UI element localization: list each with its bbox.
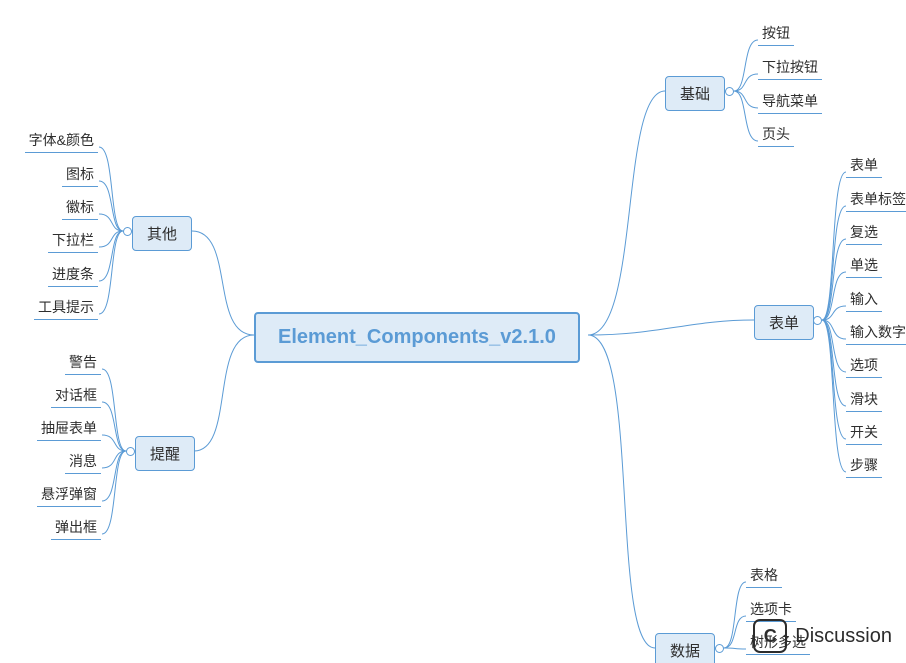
- branch-form[interactable]: 表单: [754, 305, 814, 340]
- leaf-other-4[interactable]: 进度条: [48, 264, 98, 287]
- leaf-data-0[interactable]: 表格: [746, 565, 782, 588]
- leaf-other-2[interactable]: 徽标: [62, 197, 98, 220]
- discussion-badge-letter: C: [764, 626, 777, 647]
- leaf-alert-0[interactable]: 警告: [65, 352, 101, 375]
- branch-basic-label: 基础: [680, 86, 710, 103]
- joint-form: [813, 316, 822, 325]
- joint-basic: [725, 87, 734, 96]
- leaf-basic-1[interactable]: 下拉按钮: [758, 57, 822, 80]
- leaf-alert-4[interactable]: 悬浮弹窗: [37, 484, 101, 507]
- leaf-form-7[interactable]: 滑块: [846, 389, 882, 412]
- root-label: Element_Components_v2.1.0: [278, 326, 556, 348]
- discussion-label: Discussion: [795, 625, 892, 648]
- leaf-form-5[interactable]: 输入数字: [846, 322, 906, 345]
- joint-other: [123, 227, 132, 236]
- branch-other-label: 其他: [147, 226, 177, 243]
- leaf-form-0[interactable]: 表单: [846, 155, 882, 178]
- leaf-alert-5[interactable]: 弹出框: [51, 517, 101, 540]
- discussion-button[interactable]: C Discussion: [753, 619, 892, 653]
- leaf-basic-0[interactable]: 按钮: [758, 23, 794, 46]
- leaf-other-5[interactable]: 工具提示: [34, 297, 98, 320]
- discussion-badge: C: [753, 619, 787, 653]
- mindmap-canvas: Element_Components_v2.1.0 基础 按钮 下拉按钮 导航菜…: [0, 0, 906, 663]
- leaf-alert-3[interactable]: 消息: [65, 451, 101, 474]
- joint-alert: [126, 447, 135, 456]
- branch-data-label: 数据: [670, 643, 700, 660]
- leaf-other-0[interactable]: 字体&颜色: [25, 130, 98, 153]
- leaf-basic-3[interactable]: 页头: [758, 124, 794, 147]
- leaf-form-9[interactable]: 步骤: [846, 455, 882, 478]
- leaf-alert-2[interactable]: 抽屉表单: [37, 418, 101, 441]
- leaf-form-1[interactable]: 表单标签: [846, 189, 906, 212]
- leaf-other-1[interactable]: 图标: [62, 164, 98, 187]
- branch-alert[interactable]: 提醒: [135, 436, 195, 471]
- branch-alert-label: 提醒: [150, 446, 180, 463]
- branch-other[interactable]: 其他: [132, 216, 192, 251]
- branch-data[interactable]: 数据: [655, 633, 715, 663]
- leaf-other-3[interactable]: 下拉栏: [48, 230, 98, 253]
- leaf-basic-2[interactable]: 导航菜单: [758, 91, 822, 114]
- leaf-form-2[interactable]: 复选: [846, 222, 882, 245]
- leaf-form-4[interactable]: 输入: [846, 289, 882, 312]
- leaf-form-8[interactable]: 开关: [846, 422, 882, 445]
- leaf-form-6[interactable]: 选项: [846, 355, 882, 378]
- leaf-form-3[interactable]: 单选: [846, 255, 882, 278]
- root-node[interactable]: Element_Components_v2.1.0: [254, 312, 580, 363]
- branch-form-label: 表单: [769, 315, 799, 332]
- branch-basic[interactable]: 基础: [665, 76, 725, 111]
- leaf-alert-1[interactable]: 对话框: [51, 385, 101, 408]
- joint-data: [715, 644, 724, 653]
